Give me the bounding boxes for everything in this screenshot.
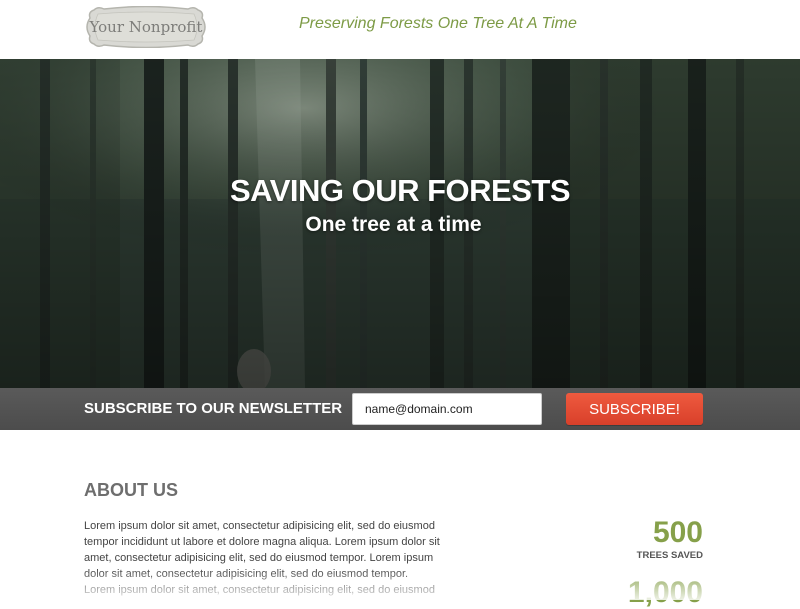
hero-banner: SAVING OUR FORESTS One tree at a time bbox=[0, 59, 800, 388]
subscribe-button[interactable]: SUBSCRIBE! bbox=[566, 393, 703, 425]
site-header: Your Nonprofit Preserving Forests One Tr… bbox=[0, 0, 800, 59]
logo-text: Your Nonprofit bbox=[89, 18, 203, 36]
about-paragraph: Lorem ipsum dolor sit amet, consectetur … bbox=[84, 520, 440, 596]
hero-title: SAVING OUR FORESTS bbox=[229, 173, 571, 208]
stat-label: TREES SAVED bbox=[636, 550, 703, 561]
stat-trees-saved: 500 TREES SAVED bbox=[636, 516, 703, 562]
hero-subtitle: One tree at a time bbox=[305, 213, 482, 236]
newsletter-bar: SUBSCRIBE TO OUR NEWSLETTER SUBSCRIBE! bbox=[0, 388, 800, 430]
newsletter-label: SUBSCRIBE TO OUR NEWSLETTER bbox=[84, 400, 343, 417]
email-input[interactable] bbox=[352, 393, 542, 425]
stat-second: 1,000 bbox=[628, 578, 703, 608]
stat-value: 1,000 bbox=[627, 576, 703, 609]
site-tagline: Preserving Forests One Tree At A Time bbox=[299, 15, 577, 32]
about-heading: ABOUT US bbox=[84, 480, 178, 500]
stat-value: 500 bbox=[652, 516, 703, 549]
logo[interactable]: Your Nonprofit bbox=[84, 6, 208, 48]
